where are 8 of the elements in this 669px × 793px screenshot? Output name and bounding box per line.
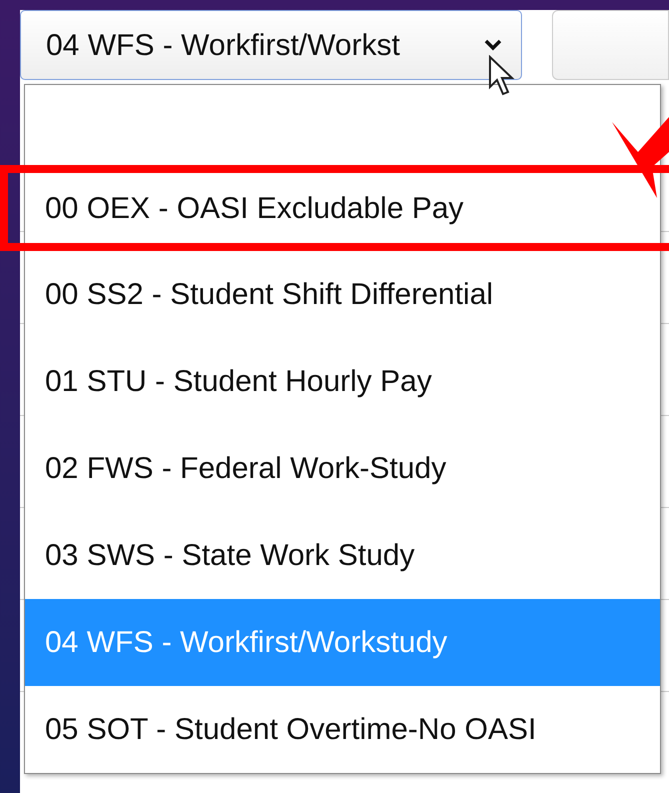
dropdown-option[interactable]: 00 OEX - OASI Excludable Pay bbox=[25, 173, 660, 243]
dropdown-option[interactable]: 03 SWS - State Work Study bbox=[25, 512, 660, 599]
select-field[interactable]: 04 WFS - Workfirst/Workst bbox=[20, 10, 522, 80]
dropdown-option[interactable]: 02 FWS - Federal Work-Study bbox=[25, 425, 660, 512]
chevron-down-icon bbox=[483, 38, 503, 52]
dropdown-option[interactable]: 05 SOT - Student Overtime-No OASI bbox=[25, 686, 660, 773]
dropdown-option[interactable]: 00 SS2 - Student Shift Differential bbox=[25, 251, 660, 338]
dropdown-option[interactable]: 01 STU - Student Hourly Pay bbox=[25, 338, 660, 425]
